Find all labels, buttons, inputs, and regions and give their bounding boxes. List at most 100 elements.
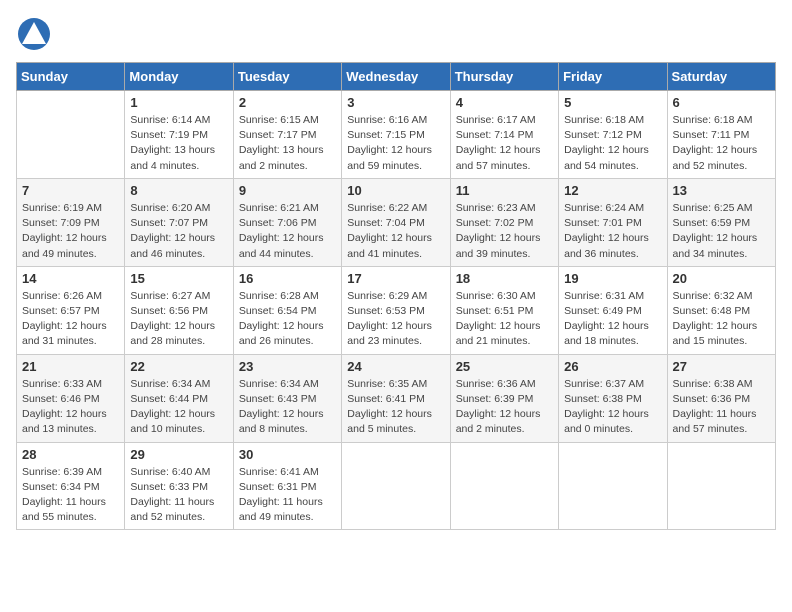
calendar-cell: 26Sunrise: 6:37 AMSunset: 6:38 PMDayligh… [559, 354, 667, 442]
day-info: Sunrise: 6:22 AMSunset: 7:04 PMDaylight:… [347, 201, 444, 262]
calendar-cell: 5 Sunrise: 6:18 AMSunset: 7:12 PMDaylight… [559, 91, 667, 179]
day-number: 9 [239, 183, 336, 198]
day-info: Sunrise: 6:19 AMSunset: 7:09 PMDaylight:… [22, 201, 119, 262]
day-number: 14 [22, 271, 119, 286]
calendar-cell: 11Sunrise: 6:23 AMSunset: 7:02 PMDayligh… [450, 178, 558, 266]
calendar-table: SundayMondayTuesdayWednesdayThursdayFrid… [16, 62, 776, 530]
day-number: 17 [347, 271, 444, 286]
day-info: Sunrise: 6:34 AMSunset: 6:44 PMDaylight:… [130, 377, 227, 438]
col-header-tuesday: Tuesday [233, 63, 341, 91]
day-info: Sunrise: 6:18 AMSunset: 7:12 PMDaylight:… [564, 113, 661, 174]
day-number: 2 [239, 95, 336, 110]
col-header-sunday: Sunday [17, 63, 125, 91]
day-number: 29 [130, 447, 227, 462]
col-header-monday: Monday [125, 63, 233, 91]
calendar-cell: 22Sunrise: 6:34 AMSunset: 6:44 PMDayligh… [125, 354, 233, 442]
calendar-cell: 28 Sunrise: 6:39 AMSunset: 6:34 PMDayligh… [17, 442, 125, 530]
day-info: Sunrise: 6:32 AMSunset: 6:48 PMDaylight:… [673, 289, 770, 350]
day-info: Sunrise: 6:15 AMSunset: 7:17 PMDaylight:… [239, 113, 336, 174]
day-number: 15 [130, 271, 227, 286]
calendar-cell: 29 Sunrise: 6:40 AMSunset: 6:33 PMDayligh… [125, 442, 233, 530]
day-info: Sunrise: 6:30 AMSunset: 6:51 PMDaylight:… [456, 289, 553, 350]
day-number: 13 [673, 183, 770, 198]
day-info: Sunrise: 6:31 AMSunset: 6:49 PMDaylight:… [564, 289, 661, 350]
page-header [16, 16, 776, 52]
calendar-cell: 23 Sunrise: 6:34 AMSunset: 6:43 PMDayligh… [233, 354, 341, 442]
calendar-cell: 27Sunrise: 6:38 AMSunset: 6:36 PMDayligh… [667, 354, 775, 442]
day-number: 30 [239, 447, 336, 462]
day-number: 3 [347, 95, 444, 110]
calendar-cell: 20 Sunrise: 6:32 AMSunset: 6:48 PMDayligh… [667, 266, 775, 354]
calendar-cell [559, 442, 667, 530]
day-number: 5 [564, 95, 661, 110]
day-number: 24 [347, 359, 444, 374]
day-info: Sunrise: 6:17 AMSunset: 7:14 PMDaylight:… [456, 113, 553, 174]
day-info: Sunrise: 6:27 AMSunset: 6:56 PMDaylight:… [130, 289, 227, 350]
day-number: 4 [456, 95, 553, 110]
calendar-cell: 6 Sunrise: 6:18 AMSunset: 7:11 PMDaylight… [667, 91, 775, 179]
calendar-cell: 30 Sunrise: 6:41 AMSunset: 6:31 PMDayligh… [233, 442, 341, 530]
day-info: Sunrise: 6:16 AMSunset: 7:15 PMDaylight:… [347, 113, 444, 174]
day-info: Sunrise: 6:33 AMSunset: 6:46 PMDaylight:… [22, 377, 119, 438]
calendar-cell [667, 442, 775, 530]
day-number: 1 [130, 95, 227, 110]
calendar-cell: 16Sunrise: 6:28 AMSunset: 6:54 PMDayligh… [233, 266, 341, 354]
day-info: Sunrise: 6:20 AMSunset: 7:07 PMDaylight:… [130, 201, 227, 262]
day-info: Sunrise: 6:41 AMSunset: 6:31 PMDaylight:… [239, 465, 336, 526]
day-number: 28 [22, 447, 119, 462]
day-number: 20 [673, 271, 770, 286]
day-info: Sunrise: 6:37 AMSunset: 6:38 PMDaylight:… [564, 377, 661, 438]
calendar-cell: 14 Sunrise: 6:26 AMSunset: 6:57 PMDayligh… [17, 266, 125, 354]
day-info: Sunrise: 6:23 AMSunset: 7:02 PMDaylight:… [456, 201, 553, 262]
logo-icon [16, 16, 52, 52]
calendar-week-row: 21 Sunrise: 6:33 AMSunset: 6:46 PMDayligh… [17, 354, 776, 442]
day-info: Sunrise: 6:14 AMSunset: 7:19 PMDaylight:… [130, 113, 227, 174]
calendar-cell [342, 442, 450, 530]
day-info: Sunrise: 6:34 AMSunset: 6:43 PMDaylight:… [239, 377, 336, 438]
day-info: Sunrise: 6:18 AMSunset: 7:11 PMDaylight:… [673, 113, 770, 174]
logo [16, 16, 56, 52]
calendar-cell: 10Sunrise: 6:22 AMSunset: 7:04 PMDayligh… [342, 178, 450, 266]
calendar-cell: 24 Sunrise: 6:35 AMSunset: 6:41 PMDayligh… [342, 354, 450, 442]
calendar-cell: 13 Sunrise: 6:25 AMSunset: 6:59 PMDayligh… [667, 178, 775, 266]
col-header-thursday: Thursday [450, 63, 558, 91]
calendar-header-row: SundayMondayTuesdayWednesdayThursdayFrid… [17, 63, 776, 91]
calendar-cell: 1 Sunrise: 6:14 AMSunset: 7:19 PMDaylight… [125, 91, 233, 179]
calendar-cell: 18 Sunrise: 6:30 AMSunset: 6:51 PMDayligh… [450, 266, 558, 354]
day-info: Sunrise: 6:21 AMSunset: 7:06 PMDaylight:… [239, 201, 336, 262]
day-info: Sunrise: 6:39 AMSunset: 6:34 PMDaylight:… [22, 465, 119, 526]
day-number: 19 [564, 271, 661, 286]
day-info: Sunrise: 6:28 AMSunset: 6:54 PMDaylight:… [239, 289, 336, 350]
day-number: 6 [673, 95, 770, 110]
calendar-week-row: 28 Sunrise: 6:39 AMSunset: 6:34 PMDayligh… [17, 442, 776, 530]
day-info: Sunrise: 6:35 AMSunset: 6:41 PMDaylight:… [347, 377, 444, 438]
day-info: Sunrise: 6:29 AMSunset: 6:53 PMDaylight:… [347, 289, 444, 350]
col-header-wednesday: Wednesday [342, 63, 450, 91]
day-info: Sunrise: 6:26 AMSunset: 6:57 PMDaylight:… [22, 289, 119, 350]
day-number: 7 [22, 183, 119, 198]
calendar-cell: 17 Sunrise: 6:29 AMSunset: 6:53 PMDayligh… [342, 266, 450, 354]
day-info: Sunrise: 6:40 AMSunset: 6:33 PMDaylight:… [130, 465, 227, 526]
calendar-week-row: 7 Sunrise: 6:19 AMSunset: 7:09 PMDaylight… [17, 178, 776, 266]
calendar-week-row: 14 Sunrise: 6:26 AMSunset: 6:57 PMDayligh… [17, 266, 776, 354]
calendar-cell: 9 Sunrise: 6:21 AMSunset: 7:06 PMDaylight… [233, 178, 341, 266]
day-info: Sunrise: 6:25 AMSunset: 6:59 PMDaylight:… [673, 201, 770, 262]
day-info: Sunrise: 6:36 AMSunset: 6:39 PMDaylight:… [456, 377, 553, 438]
calendar-cell [17, 91, 125, 179]
col-header-saturday: Saturday [667, 63, 775, 91]
day-number: 23 [239, 359, 336, 374]
calendar-cell: 25Sunrise: 6:36 AMSunset: 6:39 PMDayligh… [450, 354, 558, 442]
day-number: 18 [456, 271, 553, 286]
calendar-cell: 3 Sunrise: 6:16 AMSunset: 7:15 PMDaylight… [342, 91, 450, 179]
calendar-cell: 4 Sunrise: 6:17 AMSunset: 7:14 PMDaylight… [450, 91, 558, 179]
calendar-cell: 15 Sunrise: 6:27 AMSunset: 6:56 PMDayligh… [125, 266, 233, 354]
col-header-friday: Friday [559, 63, 667, 91]
calendar-cell [450, 442, 558, 530]
calendar-cell: 8Sunrise: 6:20 AMSunset: 7:07 PMDaylight… [125, 178, 233, 266]
day-number: 21 [22, 359, 119, 374]
day-info: Sunrise: 6:38 AMSunset: 6:36 PMDaylight:… [673, 377, 770, 438]
calendar-cell: 2 Sunrise: 6:15 AMSunset: 7:17 PMDaylight… [233, 91, 341, 179]
calendar-cell: 21 Sunrise: 6:33 AMSunset: 6:46 PMDayligh… [17, 354, 125, 442]
calendar-cell: 7 Sunrise: 6:19 AMSunset: 7:09 PMDaylight… [17, 178, 125, 266]
calendar-cell: 12Sunrise: 6:24 AMSunset: 7:01 PMDayligh… [559, 178, 667, 266]
